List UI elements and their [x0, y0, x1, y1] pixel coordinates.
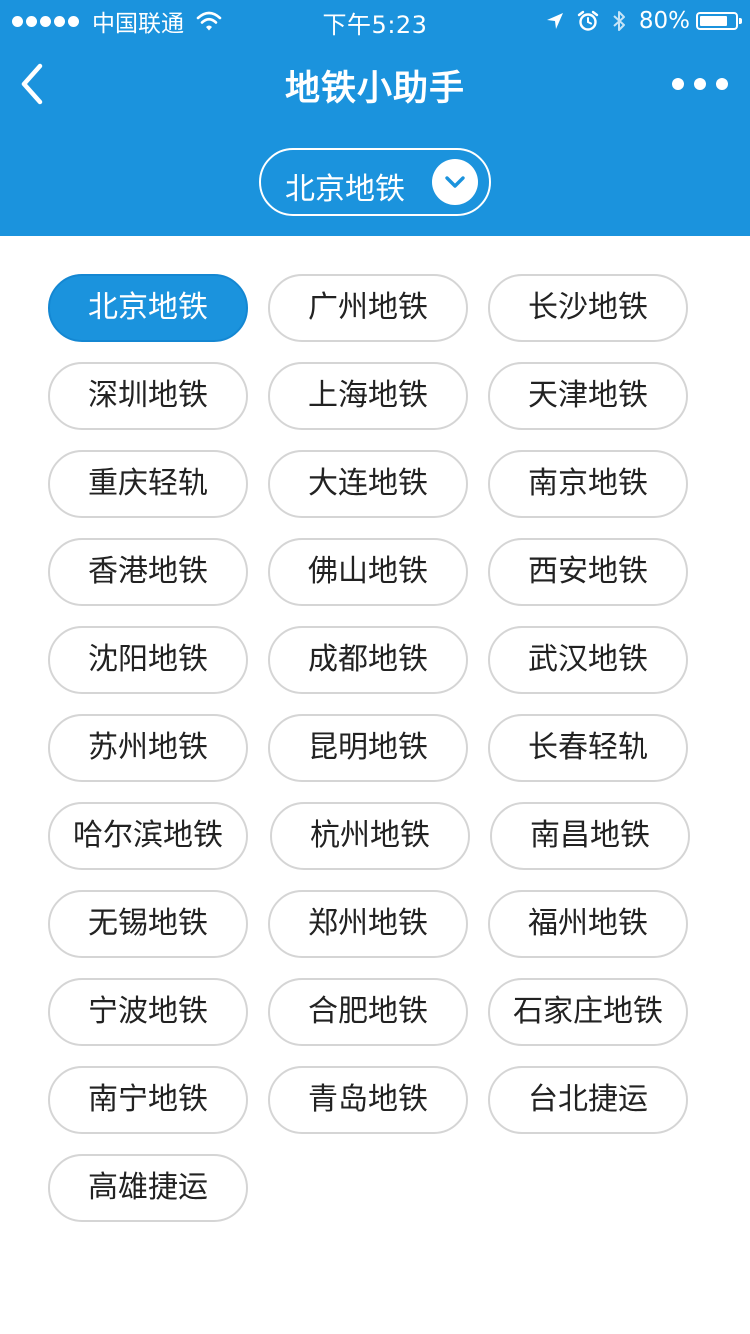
city-chip[interactable]: 香港地铁: [48, 538, 248, 606]
app-header: 中国联通 下午5:23 80% 地铁小助手 北京地铁: [0, 0, 750, 236]
city-chip[interactable]: 台北捷运: [488, 1066, 688, 1134]
city-chip[interactable]: 深圳地铁: [48, 362, 248, 430]
city-chip[interactable]: 无锡地铁: [48, 890, 248, 958]
city-chip[interactable]: 北京地铁: [48, 274, 248, 342]
bluetooth-icon: [613, 11, 625, 31]
city-chip[interactable]: 昆明地铁: [268, 714, 468, 782]
battery-percent: 80%: [638, 8, 690, 34]
city-chip[interactable]: 天津地铁: [488, 362, 688, 430]
city-chip[interactable]: 杭州地铁: [270, 802, 470, 870]
more-options-button[interactable]: [672, 70, 728, 98]
status-bar-right: 80%: [533, 6, 742, 36]
city-chip[interactable]: 青岛地铁: [268, 1066, 468, 1134]
city-selector-dropdown[interactable]: 北京地铁: [259, 148, 491, 216]
city-chip[interactable]: 高雄捷运: [48, 1154, 248, 1222]
city-chip[interactable]: 石家庄地铁: [488, 978, 688, 1046]
city-chip[interactable]: 哈尔滨地铁: [48, 802, 248, 870]
city-chip[interactable]: 沈阳地铁: [48, 626, 248, 694]
chevron-down-icon: [432, 159, 478, 205]
city-chip[interactable]: 大连地铁: [268, 450, 468, 518]
city-chip[interactable]: 重庆轻轨: [48, 450, 248, 518]
location-arrow-icon: [546, 13, 563, 29]
city-chip[interactable]: 南京地铁: [488, 450, 688, 518]
city-chip[interactable]: 郑州地铁: [268, 890, 468, 958]
city-chip[interactable]: 成都地铁: [268, 626, 468, 694]
city-chip[interactable]: 长沙地铁: [488, 274, 688, 342]
more-dots-icon: [672, 78, 684, 90]
city-list: 北京地铁 广州地铁 长沙地铁深圳地铁 上海地铁 天津地铁重庆轻轨 大连地铁 南京地铁香港地铁…: [0, 236, 750, 1334]
city-chip[interactable]: 佛山地铁: [268, 538, 468, 606]
city-chip[interactable]: 广州地铁: [268, 274, 468, 342]
battery-icon: [696, 12, 742, 30]
city-chip[interactable]: 长春轻轨: [488, 714, 688, 782]
city-chip[interactable]: 合肥地铁: [268, 978, 468, 1046]
city-chip[interactable]: 西安地铁: [488, 538, 688, 606]
city-chip[interactable]: 南昌地铁: [490, 802, 690, 870]
city-chip[interactable]: 宁波地铁: [48, 978, 248, 1046]
status-bar: 中国联通 下午5:23 80%: [0, 0, 750, 40]
city-chip[interactable]: 上海地铁: [268, 362, 468, 430]
navigation-bar: 地铁小助手: [0, 40, 750, 128]
alarm-icon: [577, 10, 599, 31]
city-chip[interactable]: 南宁地铁: [48, 1066, 248, 1134]
selected-city-label: 北京地铁: [285, 172, 405, 207]
city-chip[interactable]: 武汉地铁: [488, 626, 688, 694]
city-chip[interactable]: 苏州地铁: [48, 714, 248, 782]
page-title: 地铁小助手: [284, 69, 465, 109]
city-chip[interactable]: 福州地铁: [488, 890, 688, 958]
